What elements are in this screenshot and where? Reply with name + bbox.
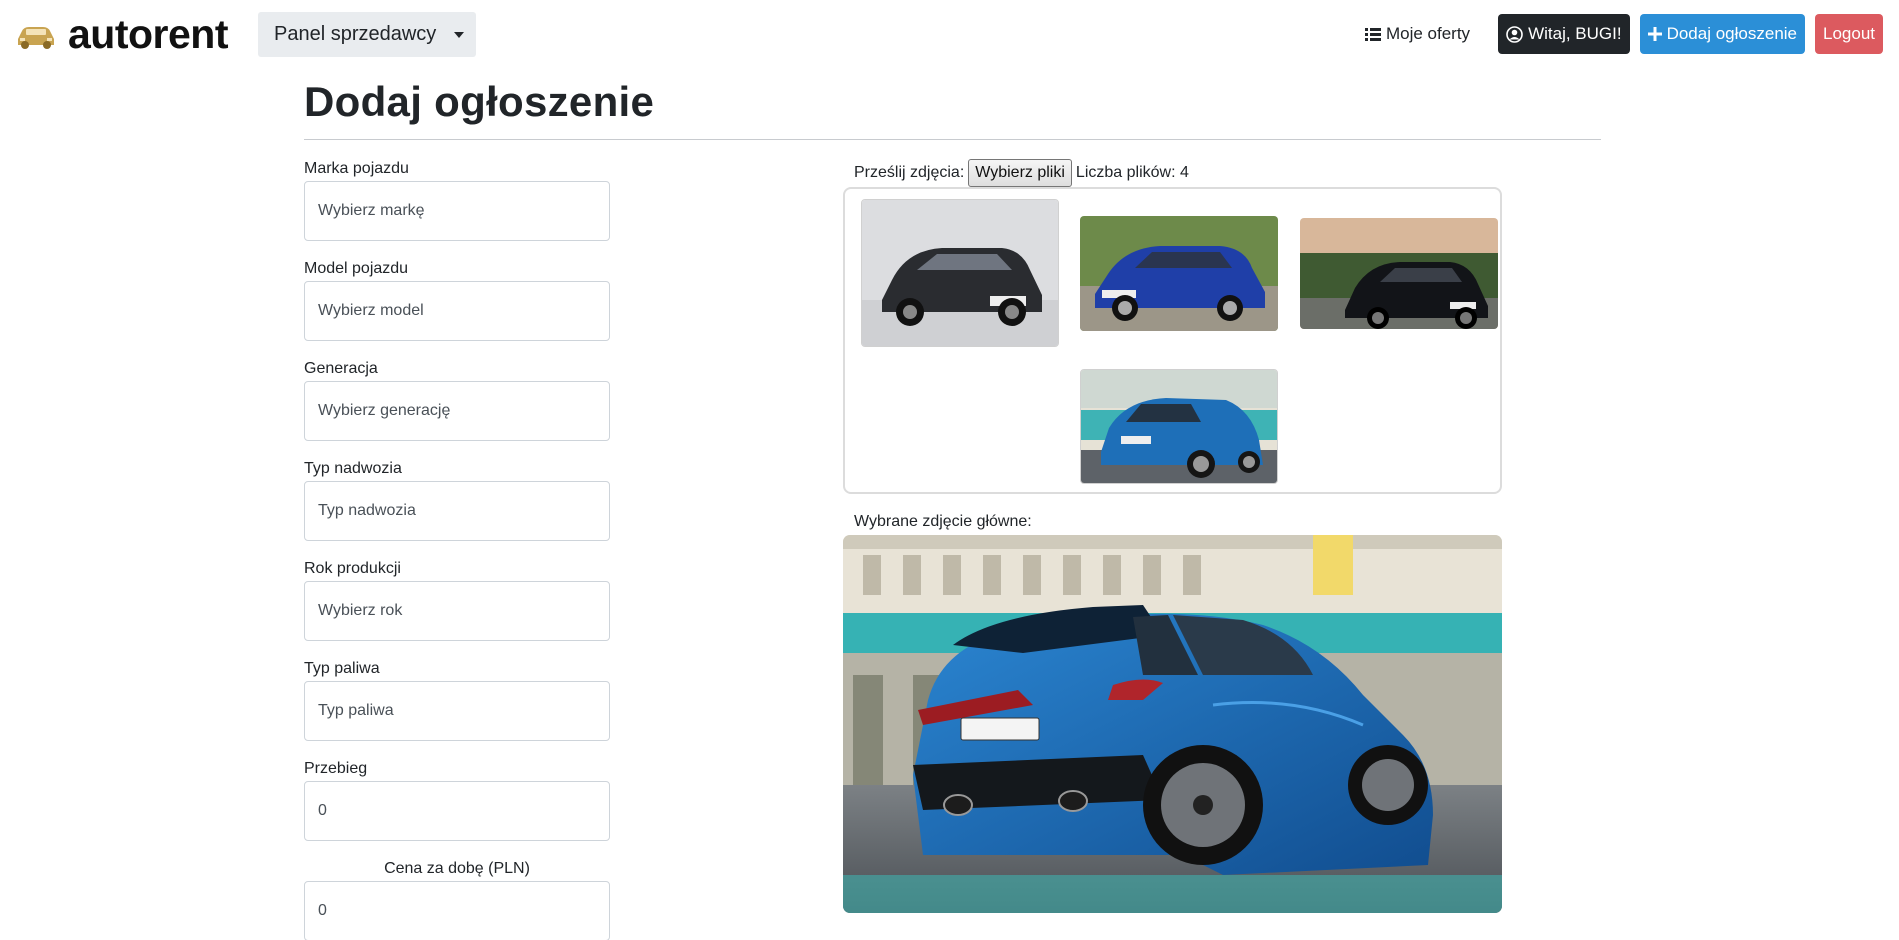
panel-dropdown-label: Panel sprzedawcy — [274, 23, 437, 45]
mileage-label: Przebieg — [304, 760, 368, 777]
gallery-thumb[interactable] — [1080, 216, 1278, 331]
generation-select[interactable]: Wybierz generację — [304, 381, 610, 441]
photo-upload-row: Prześlij zdjęcia: Wybierz pliki Liczba p… — [854, 158, 1189, 188]
title-divider — [304, 139, 1601, 140]
photo-gallery — [843, 187, 1502, 494]
year-select[interactable]: Wybierz rok — [304, 581, 610, 641]
body-type-label: Typ nadwozia — [304, 460, 402, 477]
list-icon — [1364, 28, 1381, 41]
choose-files-button[interactable]: Wybierz pliki — [968, 159, 1072, 187]
my-offers-label: Moje oferty — [1385, 24, 1471, 43]
main-photo-label: Wybrane zdjęcie główne: — [854, 513, 1032, 530]
brand-label: Marka pojazdu — [304, 160, 409, 177]
nav-right: Moje oferty Witaj, BUGI! Dodaj ogłoszeni… — [1364, 14, 1883, 54]
plus-icon — [1647, 27, 1662, 41]
black-car-photo — [862, 200, 1058, 346]
brand-name: autorent — [68, 11, 229, 57]
upload-label: Prześlij zdjęcia: — [854, 164, 965, 181]
fuel-type-select[interactable]: Typ paliwa — [304, 681, 610, 741]
navbar: autorent Panel sprzedawcy Moje oferty Wi… — [0, 0, 1899, 68]
user-circle-icon — [1506, 25, 1523, 43]
gallery-thumb[interactable] — [1300, 218, 1498, 329]
panel-dropdown[interactable]: Panel sprzedawcy — [258, 12, 476, 57]
my-offers-link[interactable]: Moje oferty — [1364, 24, 1471, 44]
add-listing-label: Dodaj ogłoszenie — [1666, 24, 1797, 43]
brand[interactable]: autorent — [14, 11, 229, 57]
gallery-thumb[interactable] — [1080, 369, 1278, 484]
logout-label: Logout — [1823, 24, 1875, 43]
model-select[interactable]: Wybierz model — [304, 281, 610, 341]
page-title: Dodaj ogłoszenie — [304, 78, 655, 125]
blue-m135-main-photo — [843, 535, 1502, 913]
blue-car-photo — [1080, 216, 1278, 331]
user-greeting-label: Witaj, BUGI! — [1528, 24, 1622, 43]
fuel-type-label: Typ paliwa — [304, 660, 380, 677]
black-car-sunset-photo — [1300, 218, 1498, 329]
main-photo — [843, 535, 1502, 913]
logout-button[interactable]: Logout — [1815, 14, 1883, 54]
user-greeting-button[interactable]: Witaj, BUGI! — [1498, 14, 1630, 54]
brand-select[interactable]: Wybierz markę — [304, 181, 610, 241]
caret-down-icon — [454, 32, 464, 38]
model-label: Model pojazdu — [304, 260, 409, 277]
file-count: Liczba plików: 4 — [1075, 164, 1189, 181]
generation-label: Generacja — [304, 360, 378, 377]
mileage-input[interactable]: 0 — [304, 781, 610, 841]
gallery-thumb[interactable] — [861, 199, 1059, 347]
price-label: Cena za dobę (PLN) — [384, 860, 530, 877]
year-label: Rok produkcji — [304, 560, 401, 577]
car-logo-icon — [18, 27, 54, 49]
body-type-select[interactable]: Typ nadwozia — [304, 481, 610, 541]
blue-m135-thumb-photo — [1081, 370, 1277, 483]
add-listing-button[interactable]: Dodaj ogłoszenie — [1639, 14, 1805, 54]
price-input[interactable]: 0 — [304, 881, 610, 940]
